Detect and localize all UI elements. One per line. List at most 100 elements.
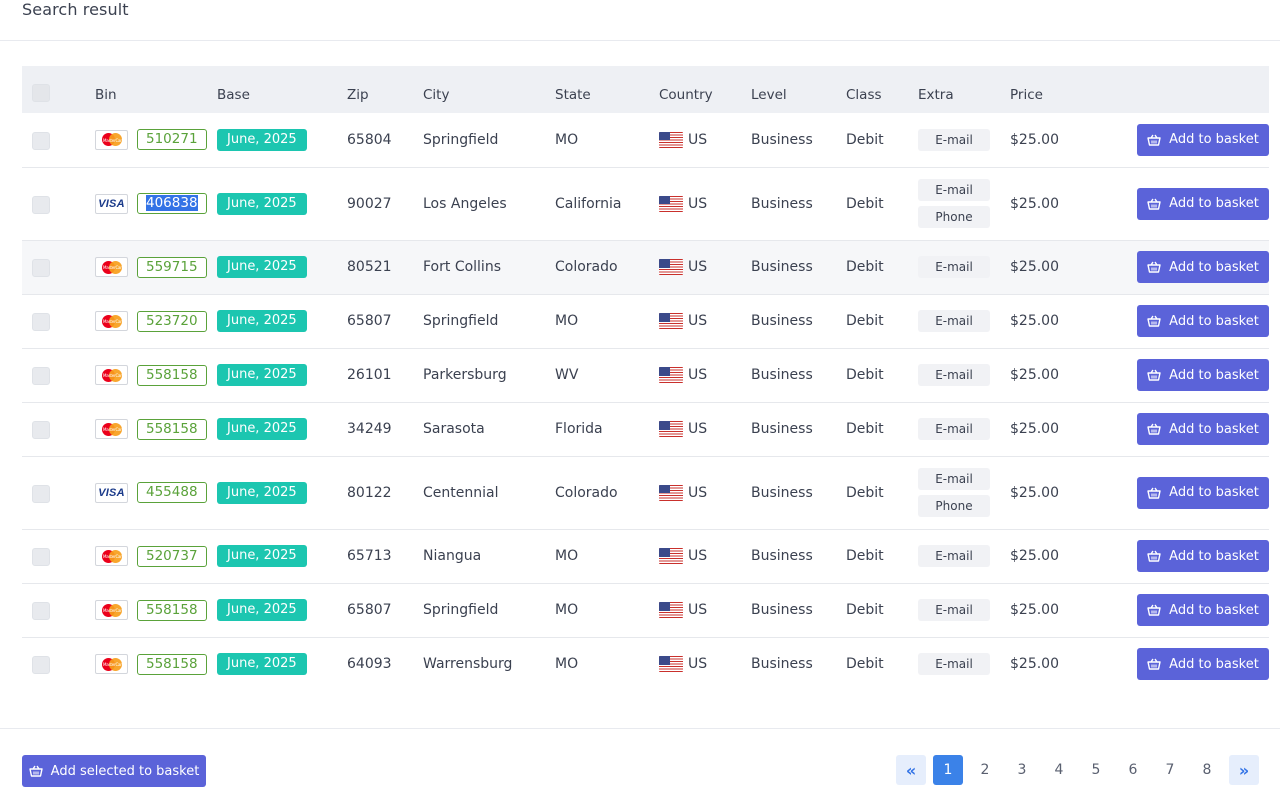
state-cell: MO — [555, 636, 659, 691]
country-cell: US — [659, 347, 751, 402]
action-cell: Add to basket — [1102, 113, 1269, 167]
basket-icon — [1147, 604, 1161, 616]
extra-tag: E-mail — [918, 468, 990, 490]
zip-cell: 65804 — [347, 131, 392, 148]
page-5-button[interactable]: 5 — [1081, 755, 1111, 785]
page-8-button[interactable]: 8 — [1192, 755, 1222, 785]
pagination-prev[interactable]: « — [896, 755, 926, 785]
action-cell: Add to basket — [1102, 239, 1269, 294]
table-row: MasterCard 510271 June, 2025 65804 Spring… — [22, 113, 1269, 167]
add-to-basket-button[interactable]: Add to basket — [1137, 413, 1269, 445]
header-base[interactable]: Base — [217, 66, 347, 113]
zip-cell: 65807 — [347, 582, 423, 637]
base-cell: June, 2025 — [217, 166, 347, 240]
row-select-cell — [22, 239, 95, 294]
pagination-next[interactable]: » — [1229, 755, 1259, 785]
add-to-basket-button[interactable]: Add to basket — [1137, 648, 1269, 681]
page-1-button[interactable]: 1 — [933, 755, 963, 785]
header-country[interactable]: Country — [659, 66, 751, 113]
header-city[interactable]: City — [423, 66, 555, 113]
header-state[interactable]: State — [555, 66, 659, 113]
state-cell: MO — [555, 293, 659, 348]
add-to-basket-button[interactable]: Add to basket — [1137, 251, 1269, 283]
add-to-basket-button[interactable]: Add to basket — [1137, 540, 1269, 572]
page-7-button[interactable]: 7 — [1155, 755, 1185, 785]
bin-cell: MasterCard 558158 — [95, 347, 217, 402]
row-checkbox[interactable] — [32, 548, 50, 566]
bin-badge[interactable]: 558158 — [137, 653, 207, 675]
bin-badge[interactable]: 455488 — [137, 482, 207, 503]
row-select-cell — [22, 113, 95, 167]
page-2-button[interactable]: 2 — [970, 755, 1000, 785]
row-checkbox[interactable] — [32, 484, 50, 503]
add-to-basket-button[interactable]: Add to basket — [1137, 476, 1269, 509]
row-checkbox[interactable] — [32, 195, 50, 214]
base-badge: June, 2025 — [217, 128, 307, 151]
action-cell: Add to basket — [1102, 293, 1269, 348]
bin-badge[interactable]: 510271 — [137, 129, 207, 151]
row-checkbox[interactable] — [32, 313, 50, 331]
header-extra[interactable]: Extra — [918, 66, 1010, 113]
header-bin[interactable]: Bin — [95, 66, 217, 113]
bin-badge[interactable]: 406838 — [137, 193, 207, 214]
city-cell: Springfield — [423, 293, 555, 348]
add-selected-button[interactable]: Add selected to basket — [22, 755, 206, 787]
bin-badge[interactable]: 523720 — [137, 310, 207, 332]
row-select-cell — [22, 582, 95, 637]
level-cell: Business — [751, 455, 846, 529]
add-to-basket-button[interactable]: Add to basket — [1137, 123, 1269, 156]
bin-badge[interactable]: 558158 — [137, 364, 207, 386]
page-4-button[interactable]: 4 — [1044, 755, 1074, 785]
base-cell: June, 2025 — [217, 293, 347, 348]
add-to-basket-label: Add to basket — [1169, 132, 1259, 148]
bin-badge[interactable]: 558158 — [137, 418, 207, 440]
header-zip[interactable]: Zip — [347, 66, 423, 113]
action-cell: Add to basket — [1102, 528, 1269, 583]
add-to-basket-button[interactable]: Add to basket — [1137, 187, 1269, 220]
extra-cell: E-mail — [918, 582, 1010, 637]
row-checkbox[interactable] — [32, 259, 50, 277]
table-row: MasterCard 558158 June, 2025 64093 Warren… — [22, 636, 1269, 691]
table-row: MasterCard 558158 June, 2025 26101 Parker… — [22, 347, 1269, 402]
row-checkbox[interactable] — [32, 602, 50, 620]
table-header-row: Bin Base Zip City State Country Level Cl… — [22, 66, 1269, 113]
base-cell: June, 2025 — [217, 347, 347, 402]
brand-label: MasterCard — [103, 319, 125, 324]
row-checkbox[interactable] — [32, 367, 50, 385]
bin-badge[interactable]: 558158 — [137, 599, 207, 621]
extra-cell: E-mail — [918, 347, 1010, 402]
bin-cell: MasterCard 510271 — [95, 113, 217, 167]
action-cell: Add to basket — [1102, 166, 1269, 240]
base-badge: June, 2025 — [217, 481, 307, 504]
price-cell: $25.00 — [1010, 347, 1102, 402]
city-cell: Sarasota — [423, 401, 555, 456]
page-6-button[interactable]: 6 — [1118, 755, 1148, 785]
add-to-basket-button[interactable]: Add to basket — [1137, 594, 1269, 626]
bin-value: 520737 — [146, 547, 198, 564]
row-checkbox[interactable] — [32, 421, 50, 439]
row-checkbox[interactable] — [32, 656, 50, 675]
bin-badge[interactable]: 520737 — [137, 545, 207, 567]
page-3-button[interactable]: 3 — [1007, 755, 1037, 785]
basket-icon — [1147, 369, 1161, 381]
bin-value: 523720 — [146, 312, 198, 329]
us-flag-icon — [659, 602, 683, 618]
header-class[interactable]: Class — [846, 66, 918, 113]
extra-cell: E-mail — [918, 113, 1010, 167]
brand-label: MasterCard — [103, 373, 125, 378]
header-level[interactable]: Level — [751, 66, 846, 113]
add-to-basket-label: Add to basket — [1169, 313, 1259, 329]
table-row: MasterCard 559715 June, 2025 80521 Fort C… — [22, 239, 1269, 294]
zip-cell: 65807 — [347, 293, 423, 348]
base-cell: June, 2025 — [217, 401, 347, 456]
add-to-basket-button[interactable]: Add to basket — [1137, 359, 1269, 391]
select-all-checkbox[interactable] — [32, 83, 50, 102]
basket-icon — [28, 765, 43, 777]
bin-badge[interactable]: 559715 — [137, 256, 207, 278]
extra-tag: E-mail — [918, 310, 990, 332]
header-price[interactable]: Price — [1010, 66, 1102, 113]
country-cell: US — [659, 401, 751, 456]
add-to-basket-button[interactable]: Add to basket — [1137, 305, 1269, 337]
row-checkbox[interactable] — [32, 131, 50, 150]
base-cell: June, 2025 — [217, 636, 347, 691]
